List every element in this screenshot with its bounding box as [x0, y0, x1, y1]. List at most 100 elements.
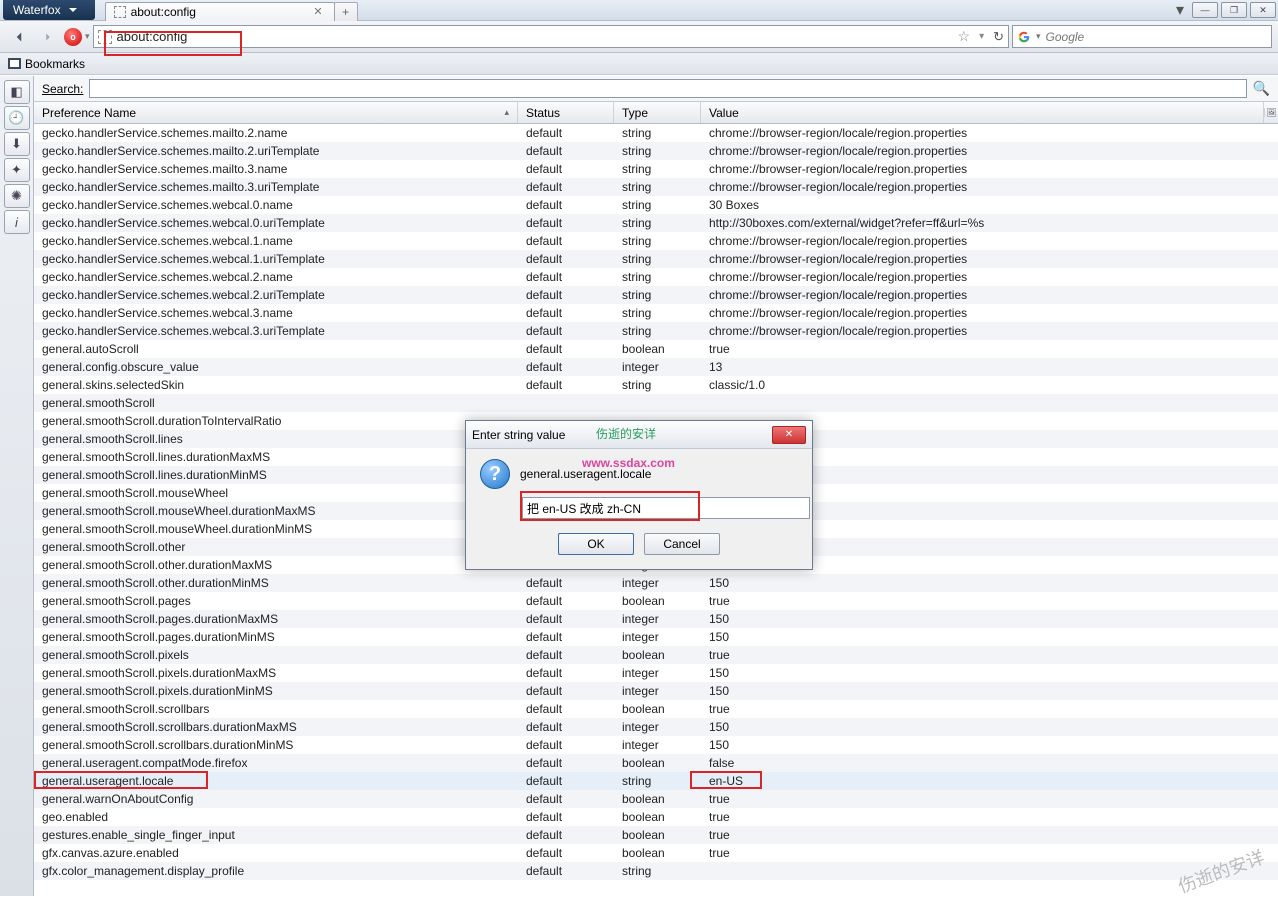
cell-status: default	[518, 126, 614, 140]
cell-type: boolean	[614, 648, 701, 662]
cell-status: default	[518, 378, 614, 392]
bookmark-star-icon[interactable]: ☆	[958, 28, 971, 45]
table-row[interactable]: gecko.handlerService.schemes.webcal.2.na…	[34, 268, 1278, 286]
cell-type: boolean	[614, 846, 701, 860]
table-row[interactable]: general.smoothScroll.pagesdefaultboolean…	[34, 592, 1278, 610]
sidebar-info-icon[interactable]: i	[4, 210, 30, 234]
cell-name: gestures.enable_single_finger_input	[34, 828, 518, 842]
page-icon	[98, 30, 112, 44]
dialog-close-button[interactable]: ✕	[772, 426, 806, 444]
app-menu-button[interactable]: Waterfox	[3, 0, 95, 20]
cell-value: chrome://browser-region/locale/region.pr…	[701, 252, 1278, 266]
tabs-dropdown-icon[interactable]: ▾	[1171, 2, 1189, 18]
minimize-button[interactable]: —	[1192, 2, 1218, 18]
table-row[interactable]: gecko.handlerService.schemes.webcal.1.ur…	[34, 250, 1278, 268]
cell-value: 150	[701, 738, 1278, 752]
cell-status: default	[518, 666, 614, 680]
bookmarks-label[interactable]: Bookmarks	[25, 57, 85, 71]
url-text: about:config	[117, 29, 953, 44]
forward-button[interactable]	[35, 25, 61, 49]
table-row[interactable]: gecko.handlerService.schemes.webcal.2.ur…	[34, 286, 1278, 304]
cell-name: general.smoothScroll.pixels.durationMaxM…	[34, 666, 518, 680]
cell-value: chrome://browser-region/locale/region.pr…	[701, 324, 1278, 338]
col-status[interactable]: Status	[518, 102, 614, 123]
table-row[interactable]: gecko.handlerService.schemes.mailto.3.na…	[34, 160, 1278, 178]
cancel-button[interactable]: Cancel	[644, 533, 720, 555]
sidebar-addons-icon[interactable]: ✦	[4, 158, 30, 182]
table-row[interactable]: general.smoothScroll	[34, 394, 1278, 412]
new-tab-button[interactable]: +	[334, 2, 358, 21]
cell-value: chrome://browser-region/locale/region.pr…	[701, 270, 1278, 284]
noscript-icon[interactable]: o	[64, 28, 82, 46]
sidebar-downloads-icon[interactable]: ⬇	[4, 132, 30, 156]
close-window-button[interactable]: ✕	[1250, 2, 1276, 18]
cell-type: string	[614, 324, 701, 338]
table-row[interactable]: gecko.handlerService.schemes.webcal.1.na…	[34, 232, 1278, 250]
cell-name: gecko.handlerService.schemes.mailto.3.ur…	[34, 180, 518, 194]
watermark: www.ssdax.com	[582, 456, 675, 470]
table-row[interactable]: general.useragent.localedefaultstringen-…	[34, 772, 1278, 790]
close-tab-icon[interactable]: ✕	[310, 5, 325, 18]
table-row[interactable]: gestures.enable_single_finger_inputdefau…	[34, 826, 1278, 844]
search-icon[interactable]: 🔍	[1253, 80, 1270, 97]
dialog-title: Enter string value	[472, 428, 565, 442]
cell-name: gecko.handlerService.schemes.webcal.3.ur…	[34, 324, 518, 338]
cell-status: default	[518, 702, 614, 716]
table-row[interactable]: general.config.obscure_valuedefaultinteg…	[34, 358, 1278, 376]
col-type[interactable]: Type	[614, 102, 701, 123]
sidebar-history-icon[interactable]: 🕘	[4, 106, 30, 130]
cell-status: default	[518, 846, 614, 860]
browser-tab[interactable]: about:config ✕	[105, 2, 335, 21]
tab-title: about:config	[131, 5, 196, 19]
table-row[interactable]: general.smoothScroll.scrollbarsdefaultbo…	[34, 700, 1278, 718]
ok-button[interactable]: OK	[558, 533, 634, 555]
table-row[interactable]: general.smoothScroll.pixels.durationMinM…	[34, 682, 1278, 700]
table-row[interactable]: gfx.canvas.azure.enableddefaultbooleantr…	[34, 844, 1278, 862]
search-dropdown-icon[interactable]: ▾	[1036, 31, 1041, 42]
table-row[interactable]: general.smoothScroll.pixelsdefaultboolea…	[34, 646, 1278, 664]
cell-name: geo.enabled	[34, 810, 518, 824]
url-history-dropdown-icon[interactable]: ▾	[975, 31, 988, 42]
noscript-dropdown-icon[interactable]: ▾	[85, 31, 90, 42]
search-box[interactable]: ▾ Google	[1012, 25, 1272, 48]
cell-status: default	[518, 162, 614, 176]
col-preference-name[interactable]: Preference Name▴	[34, 102, 518, 123]
sidebar-feeds-icon[interactable]: ◧	[4, 80, 30, 104]
table-row[interactable]: general.smoothScroll.pages.durationMaxMS…	[34, 610, 1278, 628]
table-row[interactable]: general.smoothScroll.pixels.durationMaxM…	[34, 664, 1278, 682]
col-value[interactable]: Value	[701, 102, 1264, 123]
table-row[interactable]: general.smoothScroll.scrollbars.duration…	[34, 736, 1278, 754]
table-row[interactable]: gecko.handlerService.schemes.webcal.0.ur…	[34, 214, 1278, 232]
dialog-string-input[interactable]	[522, 497, 810, 519]
sidebar-noscript-icon[interactable]: ✺	[4, 184, 30, 208]
table-row[interactable]: gecko.handlerService.schemes.webcal.3.ur…	[34, 322, 1278, 340]
url-bar[interactable]: about:config ☆ ▾ ↻	[93, 25, 1009, 48]
table-row[interactable]: general.autoScrolldefaultbooleantrue	[34, 340, 1278, 358]
cell-status: default	[518, 180, 614, 194]
cell-type: integer	[614, 684, 701, 698]
cell-type: string	[614, 252, 701, 266]
table-row[interactable]: general.useragent.compatMode.firefoxdefa…	[34, 754, 1278, 772]
table-row[interactable]: general.skins.selectedSkindefaultstringc…	[34, 376, 1278, 394]
table-row[interactable]: gecko.handlerService.schemes.mailto.2.ur…	[34, 142, 1278, 160]
cell-name: general.smoothScroll.pixels.durationMinM…	[34, 684, 518, 698]
table-row[interactable]: general.smoothScroll.other.durationMinMS…	[34, 574, 1278, 592]
column-picker-icon[interactable]: 🖼	[1264, 108, 1278, 117]
question-icon: ?	[480, 459, 510, 489]
table-row[interactable]: gfx.color_management.display_profiledefa…	[34, 862, 1278, 880]
cell-name: general.smoothScroll.other	[34, 540, 518, 554]
table-row[interactable]: general.smoothScroll.pages.durationMinMS…	[34, 628, 1278, 646]
table-row[interactable]: gecko.handlerService.schemes.webcal.3.na…	[34, 304, 1278, 322]
cell-value: chrome://browser-region/locale/region.pr…	[701, 234, 1278, 248]
filter-input[interactable]	[89, 79, 1246, 98]
back-button[interactable]	[6, 25, 32, 49]
table-row[interactable]: gecko.handlerService.schemes.webcal.0.na…	[34, 196, 1278, 214]
reload-icon[interactable]: ↻	[993, 29, 1004, 45]
table-row[interactable]: gecko.handlerService.schemes.mailto.3.ur…	[34, 178, 1278, 196]
table-row[interactable]: general.warnOnAboutConfigdefaultbooleant…	[34, 790, 1278, 808]
table-row[interactable]: geo.enableddefaultbooleantrue	[34, 808, 1278, 826]
table-row[interactable]: general.smoothScroll.scrollbars.duration…	[34, 718, 1278, 736]
maximize-button[interactable]: ❐	[1221, 2, 1247, 18]
table-row[interactable]: gecko.handlerService.schemes.mailto.2.na…	[34, 124, 1278, 142]
dialog-titlebar[interactable]: Enter string value 伤逝的安详 ✕	[466, 421, 812, 449]
